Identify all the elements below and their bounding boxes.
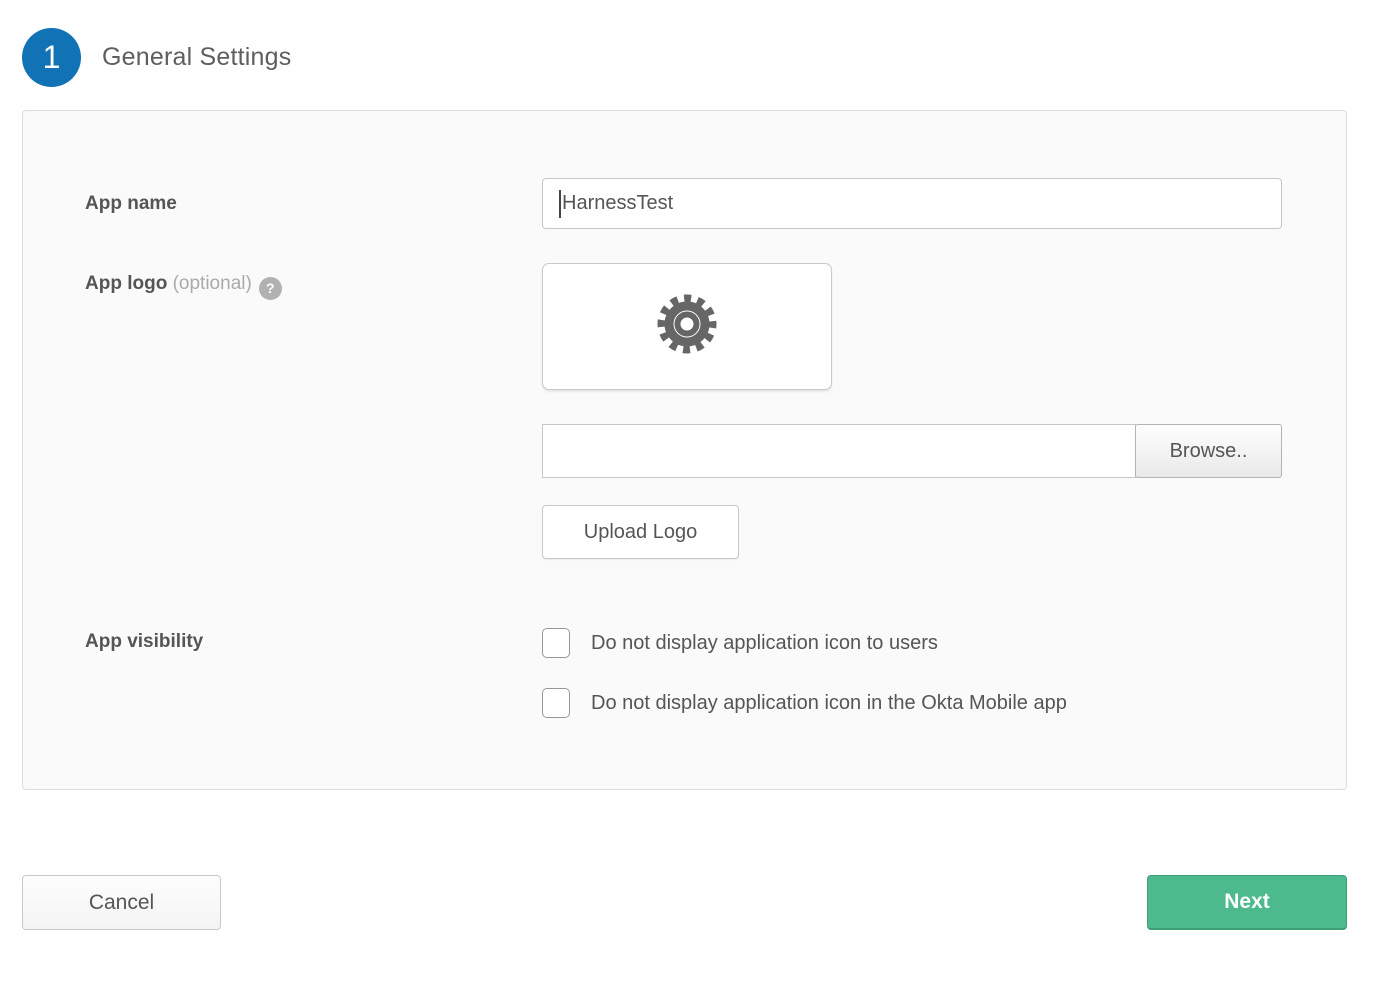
app-name-label-col: App name [85, 193, 542, 215]
browse-button[interactable]: Browse.. [1135, 424, 1282, 478]
checkbox-hide-icon-mobile[interactable] [542, 688, 570, 718]
app-name-row: App name HarnessTest [85, 178, 1282, 229]
general-settings-panel: App name HarnessTest App logo (optional)… [22, 110, 1347, 790]
app-name-label: App name [85, 193, 177, 214]
text-cursor [559, 190, 561, 218]
footer-bar: Cancel Next [0, 875, 1388, 930]
checkbox-label: Do not display application icon to users [591, 632, 938, 655]
optional-text: (optional) [173, 273, 252, 294]
logo-file-input[interactable] [542, 424, 1136, 478]
app-logo-label: App logo (optional)? [85, 273, 282, 294]
app-logo-label-col: App logo (optional)? [85, 263, 542, 559]
page-title: General Settings [102, 43, 291, 72]
app-logo-preview [542, 263, 832, 390]
cancel-button[interactable]: Cancel [22, 875, 221, 930]
app-visibility-label-col: App visibility [85, 628, 542, 718]
app-logo-row: App logo (optional)? [85, 263, 1282, 559]
app-visibility-row: App visibility Do not display applicatio… [85, 628, 1282, 718]
checkbox-hide-icon-users[interactable] [542, 628, 570, 658]
app-name-input[interactable]: HarnessTest [542, 178, 1282, 229]
step-header: 1 General Settings [0, 0, 1388, 87]
gear-icon [653, 290, 721, 363]
step-number-badge: 1 [22, 28, 81, 87]
app-visibility-label: App visibility [85, 631, 203, 652]
checkbox-label: Do not display application icon in the O… [591, 692, 1067, 715]
question-mark-icon[interactable]: ? [259, 277, 282, 300]
visibility-option-users: Do not display application icon to users [542, 628, 1282, 658]
upload-logo-button[interactable]: Upload Logo [542, 505, 739, 559]
app-name-value: HarnessTest [562, 192, 673, 215]
logo-file-row: Browse.. [542, 424, 1282, 478]
step-number: 1 [43, 39, 61, 76]
next-button[interactable]: Next [1147, 875, 1347, 930]
visibility-option-mobile: Do not display application icon in the O… [542, 688, 1282, 718]
